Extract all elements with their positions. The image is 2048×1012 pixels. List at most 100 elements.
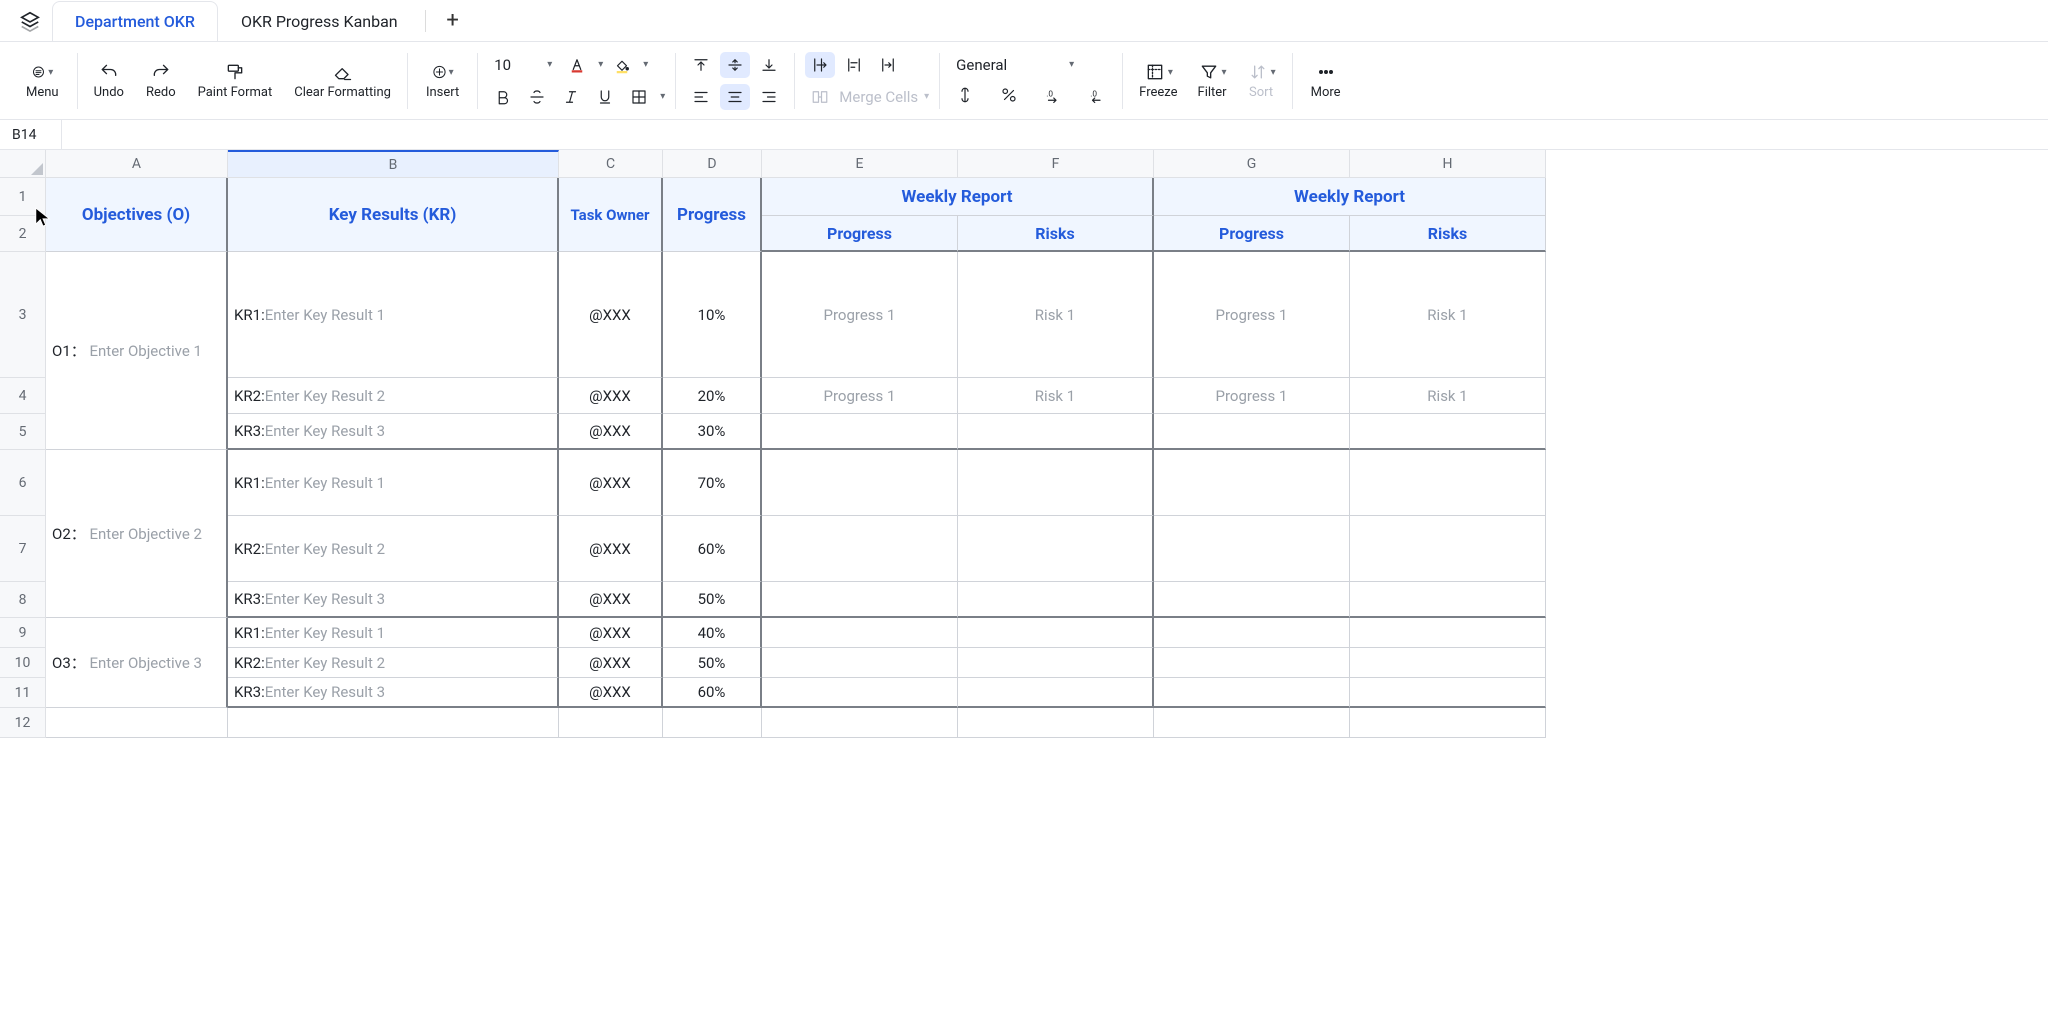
header-weekly-1[interactable]: Weekly Report [762,178,1154,216]
name-box[interactable]: B14 [0,120,62,149]
weekly-progress-cell[interactable] [1154,450,1350,516]
text-color-button[interactable] [562,52,592,78]
empty-cell[interactable] [1350,708,1546,738]
tab-okr-kanban[interactable]: OKR Progress Kanban [218,1,421,41]
kr-cell[interactable]: KR1: Enter Key Result 1 [228,252,559,378]
weekly-progress-cell[interactable] [1154,618,1350,648]
weekly-risk-cell[interactable] [1350,582,1546,618]
owner-cell[interactable]: @XXX [559,252,663,378]
weekly-risk-cell[interactable] [1350,450,1546,516]
header-task-owner[interactable]: Task Owner [559,178,663,252]
header-weekly-2[interactable]: Weekly Report [1154,178,1546,216]
wrap-overflow-button[interactable] [805,52,835,78]
col-header-B[interactable]: B [228,150,559,178]
row-header[interactable]: 4 [0,378,46,414]
halign-center-button[interactable] [720,84,750,110]
empty-cell[interactable] [958,708,1154,738]
header-objectives[interactable]: Objectives (O) [46,178,228,252]
owner-cell[interactable]: @XXX [559,678,663,708]
wrap-clip-button[interactable] [873,52,903,78]
progress-cell[interactable]: 30% [663,414,762,450]
decrease-decimal-button[interactable]: .0 [1038,82,1068,108]
row-header[interactable]: 6 [0,450,46,516]
owner-cell[interactable]: @XXX [559,582,663,618]
col-header-D[interactable]: D [663,150,762,178]
halign-left-button[interactable] [686,84,716,110]
row-header[interactable]: 1 [0,178,46,216]
col-header-H[interactable]: H [1350,150,1546,178]
kr-cell[interactable]: KR2: Enter Key Result 2 [228,648,559,678]
weekly-progress-cell[interactable] [762,648,958,678]
empty-cell[interactable] [1154,708,1350,738]
kr-cell[interactable]: KR1: Enter Key Result 1 [228,450,559,516]
col-header-F[interactable]: F [958,150,1154,178]
row-header[interactable]: 5 [0,414,46,450]
weekly-progress-cell[interactable] [762,678,958,708]
bold-button[interactable] [488,84,518,110]
font-size-select[interactable]: 10▾ [488,54,558,76]
weekly-progress-cell[interactable] [1154,516,1350,582]
weekly-risk-cell[interactable]: Risk 1 [1350,378,1546,414]
weekly-risk-cell[interactable] [958,582,1154,618]
weekly-risk-cell[interactable] [958,414,1154,450]
currency-button[interactable] [950,82,980,108]
row-header[interactable]: 12 [0,708,46,738]
progress-cell[interactable]: 50% [663,648,762,678]
weekly-risk-cell[interactable]: Risk 1 [1350,252,1546,378]
weekly-progress-cell[interactable] [1154,414,1350,450]
kr-cell[interactable]: KR1: Enter Key Result 1 [228,618,559,648]
weekly-progress-cell[interactable]: Progress 1 [1154,252,1350,378]
progress-cell[interactable]: 70% [663,450,762,516]
tab-department-okr[interactable]: Department OKR [52,1,218,41]
percent-button[interactable] [994,82,1024,108]
row-header[interactable]: 10 [0,648,46,678]
owner-cell[interactable]: @XXX [559,378,663,414]
number-format-select[interactable]: General▾ [950,54,1080,76]
row-header[interactable]: 7 [0,516,46,582]
col-header-E[interactable]: E [762,150,958,178]
halign-right-button[interactable] [754,84,784,110]
owner-cell[interactable]: @XXX [559,414,663,450]
empty-cell[interactable] [762,708,958,738]
row-header[interactable]: 3 [0,252,46,378]
weekly-progress-cell[interactable] [762,414,958,450]
progress-cell[interactable]: 40% [663,618,762,648]
weekly-progress-cell[interactable]: Progress 1 [762,378,958,414]
empty-cell[interactable] [46,708,228,738]
sort-button[interactable]: ▾Sort [1243,59,1280,102]
weekly-risk-cell[interactable] [1350,648,1546,678]
header-key-results[interactable]: Key Results (KR) [228,178,559,252]
kr-cell[interactable]: KR3: Enter Key Result 3 [228,678,559,708]
weekly-progress-cell[interactable] [1154,678,1350,708]
valign-bottom-button[interactable] [754,52,784,78]
weekly-risk-cell[interactable]: Risk 1 [958,378,1154,414]
owner-cell[interactable]: @XXX [559,648,663,678]
kr-cell[interactable]: KR3: Enter Key Result 3 [228,582,559,618]
kr-cell[interactable]: KR2: Enter Key Result 2 [228,516,559,582]
formula-bar[interactable] [62,120,2048,149]
col-header-G[interactable]: G [1154,150,1350,178]
weekly-risk-cell[interactable] [1350,516,1546,582]
clear-formatting-button[interactable]: Clear Formatting [290,59,395,102]
progress-cell[interactable]: 60% [663,516,762,582]
col-header-C[interactable]: C [559,150,663,178]
weekly-risk-cell[interactable] [1350,414,1546,450]
row-header[interactable]: 11 [0,678,46,708]
weekly-progress-cell[interactable] [762,618,958,648]
empty-cell[interactable] [663,708,762,738]
empty-cell[interactable] [559,708,663,738]
weekly-risk-cell[interactable] [958,648,1154,678]
wrap-wrap-button[interactable] [839,52,869,78]
app-logo-icon[interactable] [8,10,52,32]
weekly-progress-cell[interactable]: Progress 1 [1154,378,1350,414]
progress-cell[interactable]: 60% [663,678,762,708]
weekly-progress-cell[interactable]: Progress 1 [762,252,958,378]
weekly-progress-cell[interactable] [762,450,958,516]
increase-decimal-button[interactable]: .0 [1082,82,1112,108]
progress-cell[interactable]: 10% [663,252,762,378]
objective-cell[interactable]: O2： Enter Objective 2 [46,450,228,618]
menu-button[interactable]: ▾ Menu [22,59,63,102]
owner-cell[interactable]: @XXX [559,618,663,648]
freeze-button[interactable]: ▾Freeze [1135,59,1181,102]
valign-middle-button[interactable] [720,52,750,78]
